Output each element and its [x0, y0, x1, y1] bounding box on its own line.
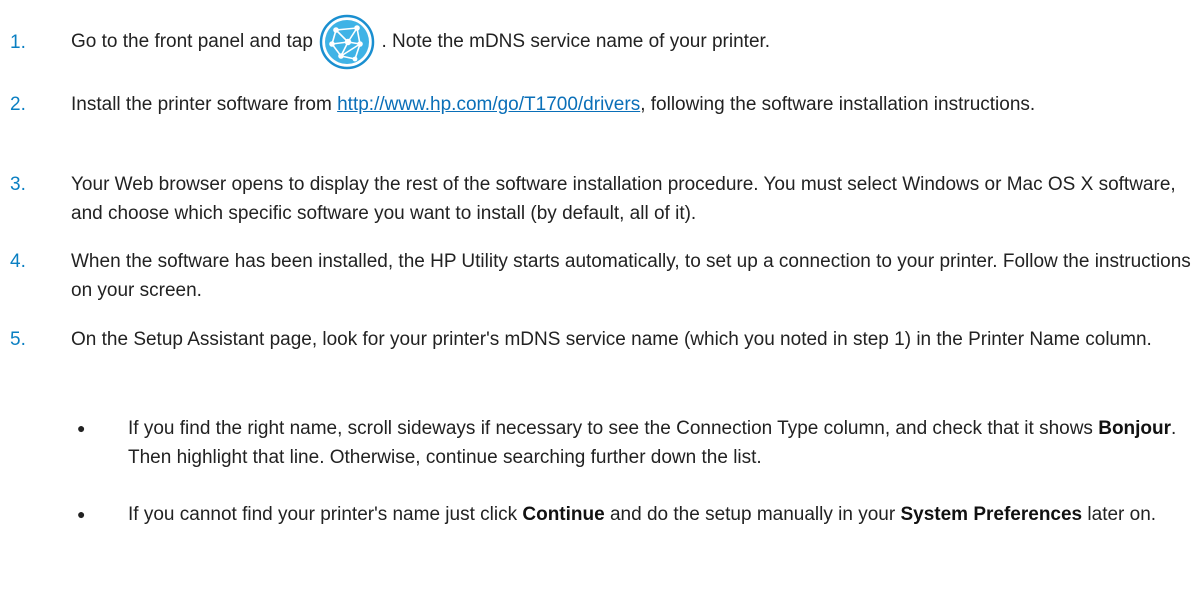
- bullet-icon: ●: [77, 506, 86, 522]
- bullet-text-part: If you find the right name, scroll sidew…: [128, 418, 1099, 439]
- step-text: Install the printer software from http:/…: [71, 90, 1199, 119]
- step-5: 5. On the Setup Assistant page, look for…: [0, 325, 1204, 385]
- step-text: When the software has been installed, th…: [71, 251, 1191, 301]
- step-number: 3.: [10, 174, 26, 195]
- bullet-text-part: later on.: [1082, 504, 1157, 525]
- step-1-text-after: . Note the mDNS service name of your pri…: [381, 31, 771, 53]
- bonjour-label: Bonjour: [1098, 418, 1172, 439]
- step-1-text-before: Go to the front panel and tap: [71, 31, 313, 53]
- step-text: On the Setup Assistant page, look for yo…: [71, 329, 1152, 350]
- step-3: 3. Your Web browser opens to display the…: [0, 170, 1204, 230]
- step-number: 5.: [10, 329, 26, 350]
- bullet-text-part: If you cannot find your printer's name j…: [128, 504, 523, 525]
- network-globe-icon: [319, 14, 375, 70]
- bullet-item-bonjour: ● If you find the right name, scroll sid…: [71, 414, 1199, 474]
- bullet-text-part: and do the setup manually in your: [604, 504, 901, 525]
- bullet-item-continue: ● If you cannot find your printer's name…: [71, 500, 1199, 560]
- step-2: 2. Install the printer software from htt…: [0, 90, 1204, 150]
- bullet-icon: ●: [77, 420, 86, 436]
- step-2-text-before: Install the printer software from: [71, 94, 338, 115]
- step-1: 1. Go to the front panel and tap . Note …: [0, 14, 1204, 70]
- step-2-text-after: , following the software installation in…: [640, 94, 1036, 115]
- bullet-text: If you find the right name, scroll sidew…: [128, 414, 1198, 472]
- step-number: 1.: [10, 32, 26, 53]
- step-4: 4. When the software has been installed,…: [0, 247, 1204, 307]
- system-preferences-label: System Preferences: [900, 504, 1083, 525]
- bullet-text: If you cannot find your printer's name j…: [128, 500, 1198, 529]
- continue-label: Continue: [522, 504, 605, 525]
- step-text: Your Web browser opens to display the re…: [71, 174, 1176, 224]
- drivers-link[interactable]: http://www.hp.com/go/T1700/drivers: [337, 94, 640, 115]
- step-number: 4.: [10, 251, 26, 272]
- step-number: 2.: [10, 94, 26, 115]
- step-text: Go to the front panel and tap . Note the…: [71, 14, 1199, 70]
